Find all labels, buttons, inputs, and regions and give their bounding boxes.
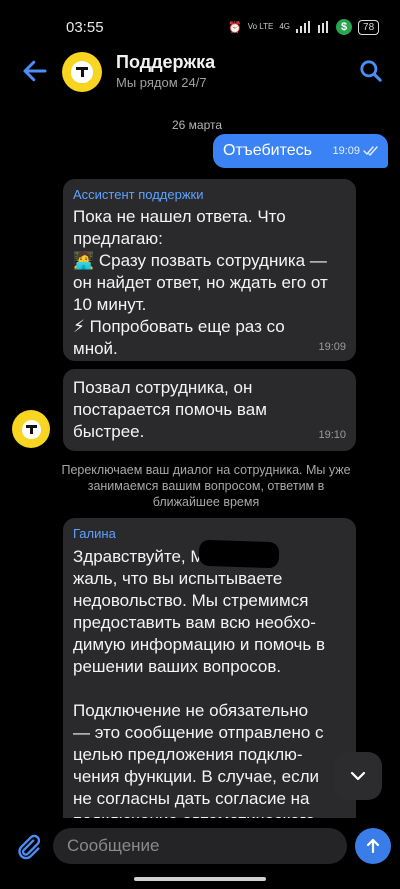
search-icon[interactable] <box>358 58 384 84</box>
bank-logo-icon <box>71 61 93 83</box>
battery-icon: 78 <box>358 19 380 35</box>
send-button[interactable] <box>355 828 391 864</box>
chevron-down-icon <box>350 771 366 781</box>
network-label: Vo LTE <box>247 22 274 31</box>
assistant-message-time: 19:09 <box>318 341 346 353</box>
support-message-avatar <box>12 410 50 448</box>
date-separator: 26 марта <box>172 118 223 132</box>
agent-message-text: Здравствуйте, Мне жаль, что вы испытывае… <box>73 547 326 830</box>
agent-sender-name: Галина <box>73 526 116 541</box>
message-input[interactable] <box>53 828 347 864</box>
status-icons: ⏰ Vo LTE 4G $ 78 <box>228 17 380 37</box>
alarm-icon: ⏰ <box>228 21 242 34</box>
status-bar: 03:55 ⏰ Vo LTE 4G $ 78 <box>0 0 400 52</box>
status-time: 03:55 <box>66 19 104 36</box>
double-check-icon <box>363 146 378 156</box>
signal-icon <box>296 21 311 33</box>
paperclip-icon[interactable] <box>14 833 42 861</box>
arrow-up-icon <box>366 838 380 854</box>
called-agent-message[interactable]: Позвал сотрудника, он постарается помочь… <box>63 369 356 451</box>
dollar-icon: $ <box>336 19 353 35</box>
chat-title[interactable]: Поддержка <box>116 52 215 73</box>
scroll-down-button[interactable] <box>334 752 382 800</box>
chat-subtitle: Мы рядом 24/7 <box>116 75 207 90</box>
called-agent-message-time: 19:10 <box>318 429 346 441</box>
outgoing-message-text: Отъебитесь <box>223 142 312 159</box>
assistant-message[interactable]: Ассистент поддержки Пока не нашел ответа… <box>63 179 356 361</box>
system-message: Переключаем ваш диалог на сотрудника. Мы… <box>61 463 351 509</box>
message-composer <box>0 818 400 889</box>
back-arrow-icon[interactable] <box>20 56 50 86</box>
assistant-message-text: Пока не нашел ответа. Что предлагаю: 🧑‍💻… <box>73 207 328 358</box>
support-avatar[interactable] <box>62 52 102 92</box>
network-gen-label: 4G <box>279 22 291 31</box>
home-indicator <box>134 877 266 881</box>
wifi-icon <box>318 21 329 33</box>
assistant-sender-name: Ассистент поддержки <box>73 187 204 202</box>
called-agent-message-text: Позвал сотрудника, он постарается помочь… <box>73 378 267 441</box>
chat-header: Поддержка Мы рядом 24/7 <box>0 52 400 110</box>
outgoing-message[interactable]: Отъебитесь 19:09 <box>213 134 388 168</box>
outgoing-message-time: 19:09 <box>332 145 360 157</box>
bank-logo-icon <box>21 419 41 439</box>
redaction-mark <box>198 539 280 569</box>
